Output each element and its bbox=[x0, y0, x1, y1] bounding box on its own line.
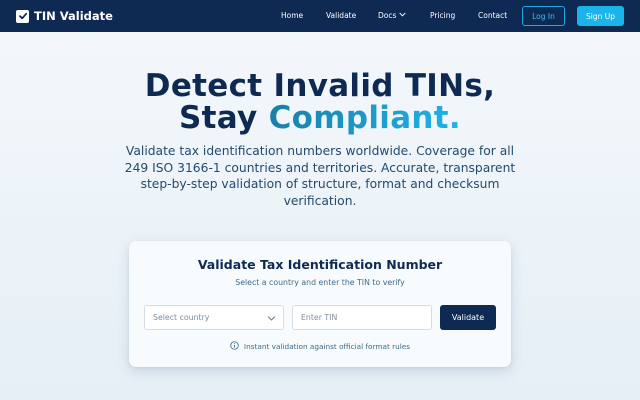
signup-button[interactable]: Sign Up bbox=[577, 6, 624, 26]
validation-note-text: Instant validation against official form… bbox=[243, 342, 411, 351]
country-select-placeholder: Select country bbox=[153, 313, 210, 322]
brand-logo[interactable]: TIN Validate bbox=[16, 8, 113, 24]
login-button[interactable]: Log In bbox=[522, 6, 565, 26]
nav-link-home[interactable]: Home bbox=[281, 9, 303, 23]
hero-subtitle: Validate tax identification numbers worl… bbox=[124, 144, 516, 208]
hero-title-line2-plain: Stay bbox=[178, 100, 269, 136]
hero-title-accent: Compliant. bbox=[268, 100, 461, 136]
nav-link-pricing[interactable]: Pricing bbox=[430, 9, 455, 23]
validation-note: Instant validation against official form… bbox=[129, 341, 511, 353]
nav-link-validate[interactable]: Validate bbox=[326, 9, 356, 23]
info-circle-icon bbox=[230, 341, 239, 353]
tin-input[interactable] bbox=[292, 305, 432, 330]
hero-title-line1: Detect Invalid TINs, bbox=[144, 68, 496, 104]
hero-title: Detect Invalid TINs, Stay Compliant. bbox=[0, 70, 640, 134]
top-nav: TIN Validate Home Validate Docs Pricing … bbox=[0, 0, 640, 32]
country-select[interactable]: Select country bbox=[144, 305, 284, 330]
check-square-icon bbox=[16, 9, 29, 23]
nav-link-docs-label: Docs bbox=[378, 11, 397, 20]
nav-link-docs[interactable]: Docs bbox=[378, 9, 406, 23]
nav-link-contact[interactable]: Contact bbox=[478, 9, 507, 23]
chevron-down-icon bbox=[267, 314, 276, 325]
chevron-down-icon bbox=[399, 9, 406, 23]
brand-name: TIN Validate bbox=[34, 9, 113, 23]
card-subtitle: Select a country and enter the TIN to ve… bbox=[235, 278, 405, 287]
validate-card: Validate Tax Identification Number Selec… bbox=[129, 241, 511, 367]
card-title: Validate Tax Identification Number bbox=[197, 257, 443, 272]
validate-button[interactable]: Validate bbox=[440, 305, 496, 330]
